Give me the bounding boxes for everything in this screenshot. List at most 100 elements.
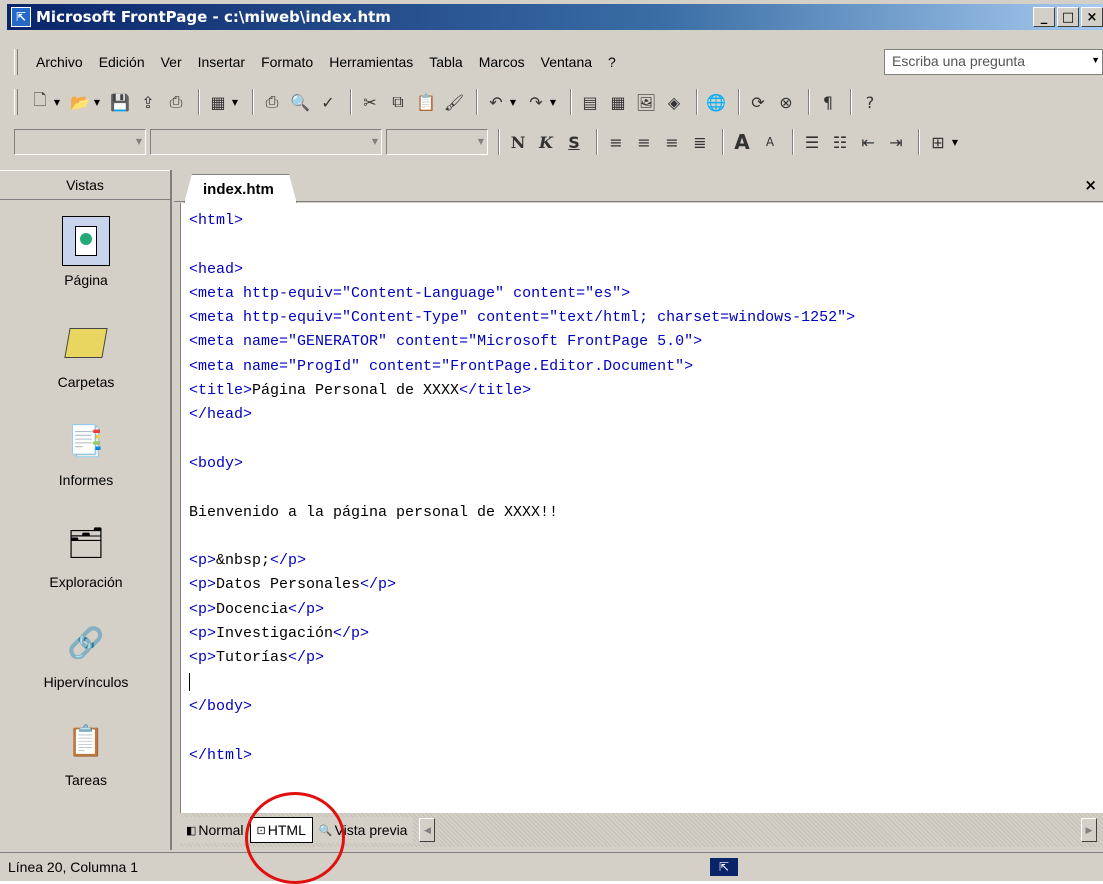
new-page-icon[interactable]: 🗋 bbox=[28, 90, 52, 114]
tab-normal[interactable]: ◧ Normal bbox=[180, 817, 250, 843]
drawing-icon[interactable]: ◈ bbox=[662, 90, 686, 114]
underline-button[interactable]: S bbox=[562, 130, 586, 154]
code-line[interactable]: <meta http-equiv="Content-Type" content=… bbox=[189, 306, 1103, 330]
menu-herramientas[interactable]: Herramientas bbox=[321, 54, 421, 70]
menu-tabla[interactable]: Tabla bbox=[421, 54, 470, 70]
horizontal-scrollbar[interactable]: ◀ ▶ bbox=[419, 816, 1103, 844]
view-pagina[interactable]: Página bbox=[0, 216, 172, 288]
font-combo[interactable]: ▼ bbox=[150, 129, 382, 155]
close-document-icon[interactable]: × bbox=[1084, 176, 1097, 194]
html-code-editor[interactable]: <html> <head> <meta http-equiv="Content-La… bbox=[180, 203, 1103, 813]
preview-in-browser-icon[interactable]: 🔍 bbox=[288, 90, 312, 114]
ask-dropdown-icon[interactable]: ▼ bbox=[1091, 55, 1100, 65]
code-line[interactable] bbox=[189, 476, 1103, 500]
view-carpetas[interactable]: Carpetas bbox=[0, 318, 172, 390]
code-line[interactable]: <p>Tutorías</p> bbox=[189, 646, 1103, 670]
help-icon[interactable]: ? bbox=[858, 90, 882, 114]
format-painter-icon[interactable]: 🖌 bbox=[442, 90, 466, 114]
ask-question-input[interactable]: Escriba una pregunta ▼ bbox=[884, 49, 1103, 75]
code-line[interactable]: <p>&nbsp;</p> bbox=[189, 549, 1103, 573]
picture-icon[interactable]: 🖼 bbox=[634, 90, 658, 114]
print-preview-icon[interactable]: ⎙ bbox=[164, 90, 188, 114]
hyperlink-icon[interactable]: 🌐 bbox=[704, 90, 728, 114]
code-line[interactable] bbox=[189, 719, 1103, 743]
spelling-icon[interactable]: ✓ bbox=[316, 90, 340, 114]
open-icon[interactable]: 📂 bbox=[68, 90, 92, 114]
code-line[interactable]: <html> bbox=[189, 209, 1103, 233]
toolbar-grip[interactable] bbox=[14, 89, 18, 115]
menu-ventana[interactable]: Ventana bbox=[533, 54, 600, 70]
view-tareas[interactable]: 📋 Tareas bbox=[0, 716, 172, 789]
view-informes[interactable]: 📑 Informes bbox=[0, 416, 172, 489]
menu-help[interactable]: ? bbox=[600, 54, 624, 70]
decrease-indent-icon[interactable]: ⇤ bbox=[856, 130, 880, 154]
redo-icon[interactable]: ↷ bbox=[524, 90, 548, 114]
refresh-icon[interactable]: ⟳ bbox=[746, 90, 770, 114]
print-icon[interactable]: ⎙ bbox=[260, 90, 284, 114]
menu-edicion[interactable]: Edición bbox=[91, 54, 153, 70]
menu-marcos[interactable]: Marcos bbox=[471, 54, 533, 70]
document-tab[interactable]: index.htm bbox=[184, 174, 297, 203]
size-combo[interactable]: ▼ bbox=[386, 129, 488, 155]
bold-button[interactable]: N bbox=[506, 130, 530, 154]
menu-ver[interactable]: Ver bbox=[153, 54, 190, 70]
component-dropdown-icon[interactable]: ▼ bbox=[230, 98, 240, 107]
code-line[interactable]: <p>Investigación</p> bbox=[189, 622, 1103, 646]
align-right-icon[interactable]: ≡ bbox=[660, 130, 684, 154]
center-icon[interactable]: ≡ bbox=[632, 130, 656, 154]
increase-font-icon[interactable]: A bbox=[730, 130, 754, 154]
open-dropdown-icon[interactable]: ▼ bbox=[92, 98, 102, 107]
scroll-right-icon[interactable]: ▶ bbox=[1081, 818, 1097, 842]
code-line[interactable]: <p>Datos Personales</p> bbox=[189, 573, 1103, 597]
minimize-button[interactable]: _ bbox=[1033, 7, 1055, 27]
increase-indent-icon[interactable]: ⇥ bbox=[884, 130, 908, 154]
new-dropdown-icon[interactable]: ▼ bbox=[52, 98, 62, 107]
code-line[interactable] bbox=[189, 428, 1103, 452]
code-line[interactable]: <meta name="GENERATOR" content="Microsof… bbox=[189, 330, 1103, 354]
show-all-icon[interactable]: ¶ bbox=[816, 90, 840, 114]
redo-dropdown-icon[interactable]: ▼ bbox=[548, 98, 558, 107]
code-line[interactable]: </head> bbox=[189, 403, 1103, 427]
code-line[interactable] bbox=[189, 525, 1103, 549]
code-line[interactable]: <p>Docencia</p> bbox=[189, 598, 1103, 622]
code-line[interactable]: <meta name="ProgId" content="FrontPage.E… bbox=[189, 355, 1103, 379]
code-line[interactable]: </html> bbox=[189, 744, 1103, 768]
numbering-icon[interactable]: ☰ bbox=[800, 130, 824, 154]
insert-component-icon[interactable]: ▦ bbox=[206, 90, 230, 114]
table-icon[interactable]: ▦ bbox=[606, 90, 630, 114]
frontpage-icon[interactable]: ⇱ bbox=[11, 7, 31, 27]
decrease-font-icon[interactable]: A bbox=[758, 130, 782, 154]
undo-dropdown-icon[interactable]: ▼ bbox=[508, 98, 518, 107]
maximize-button[interactable]: □ bbox=[1057, 7, 1079, 27]
copy-icon[interactable]: ⧉ bbox=[386, 90, 410, 114]
borders-dropdown-icon[interactable]: ▼ bbox=[950, 138, 960, 147]
bullets-icon[interactable]: ☷ bbox=[828, 130, 852, 154]
menubar-grip[interactable] bbox=[14, 49, 18, 75]
code-line[interactable]: <title>Página Personal de XXXX</title> bbox=[189, 379, 1103, 403]
code-line[interactable]: <meta http-equiv="Content-Language" cont… bbox=[189, 282, 1103, 306]
code-line[interactable] bbox=[189, 671, 1103, 695]
view-exploracion[interactable]: 🗂 Exploración bbox=[0, 518, 172, 591]
style-combo[interactable]: ▼ bbox=[14, 129, 146, 155]
web-component-icon[interactable]: ▤ bbox=[578, 90, 602, 114]
menu-formato[interactable]: Formato bbox=[253, 54, 321, 70]
borders-icon[interactable]: ⊞ bbox=[926, 130, 950, 154]
publish-icon[interactable]: ⇪ bbox=[136, 90, 160, 114]
cut-icon[interactable]: ✂ bbox=[358, 90, 382, 114]
menu-archivo[interactable]: Archivo bbox=[28, 54, 91, 70]
menu-insertar[interactable]: Insertar bbox=[190, 54, 253, 70]
code-line[interactable]: </body> bbox=[189, 695, 1103, 719]
scroll-left-icon[interactable]: ◀ bbox=[419, 818, 436, 842]
undo-icon[interactable]: ↶ bbox=[484, 90, 508, 114]
italic-button[interactable]: K bbox=[534, 130, 558, 154]
code-line[interactable] bbox=[189, 233, 1103, 257]
code-line[interactable]: <head> bbox=[189, 258, 1103, 282]
view-hipervinculos[interactable]: 🔗 Hipervínculos bbox=[0, 618, 172, 691]
save-icon[interactable]: 💾 bbox=[108, 90, 132, 114]
code-line[interactable]: <body> bbox=[189, 452, 1103, 476]
paste-icon[interactable]: 📋 bbox=[414, 90, 438, 114]
justify-icon[interactable]: ≣ bbox=[688, 130, 712, 154]
close-button[interactable]: × bbox=[1081, 7, 1103, 27]
code-line[interactable]: Bienvenido a la página personal de XXXX!… bbox=[189, 501, 1103, 525]
align-left-icon[interactable]: ≡ bbox=[604, 130, 628, 154]
